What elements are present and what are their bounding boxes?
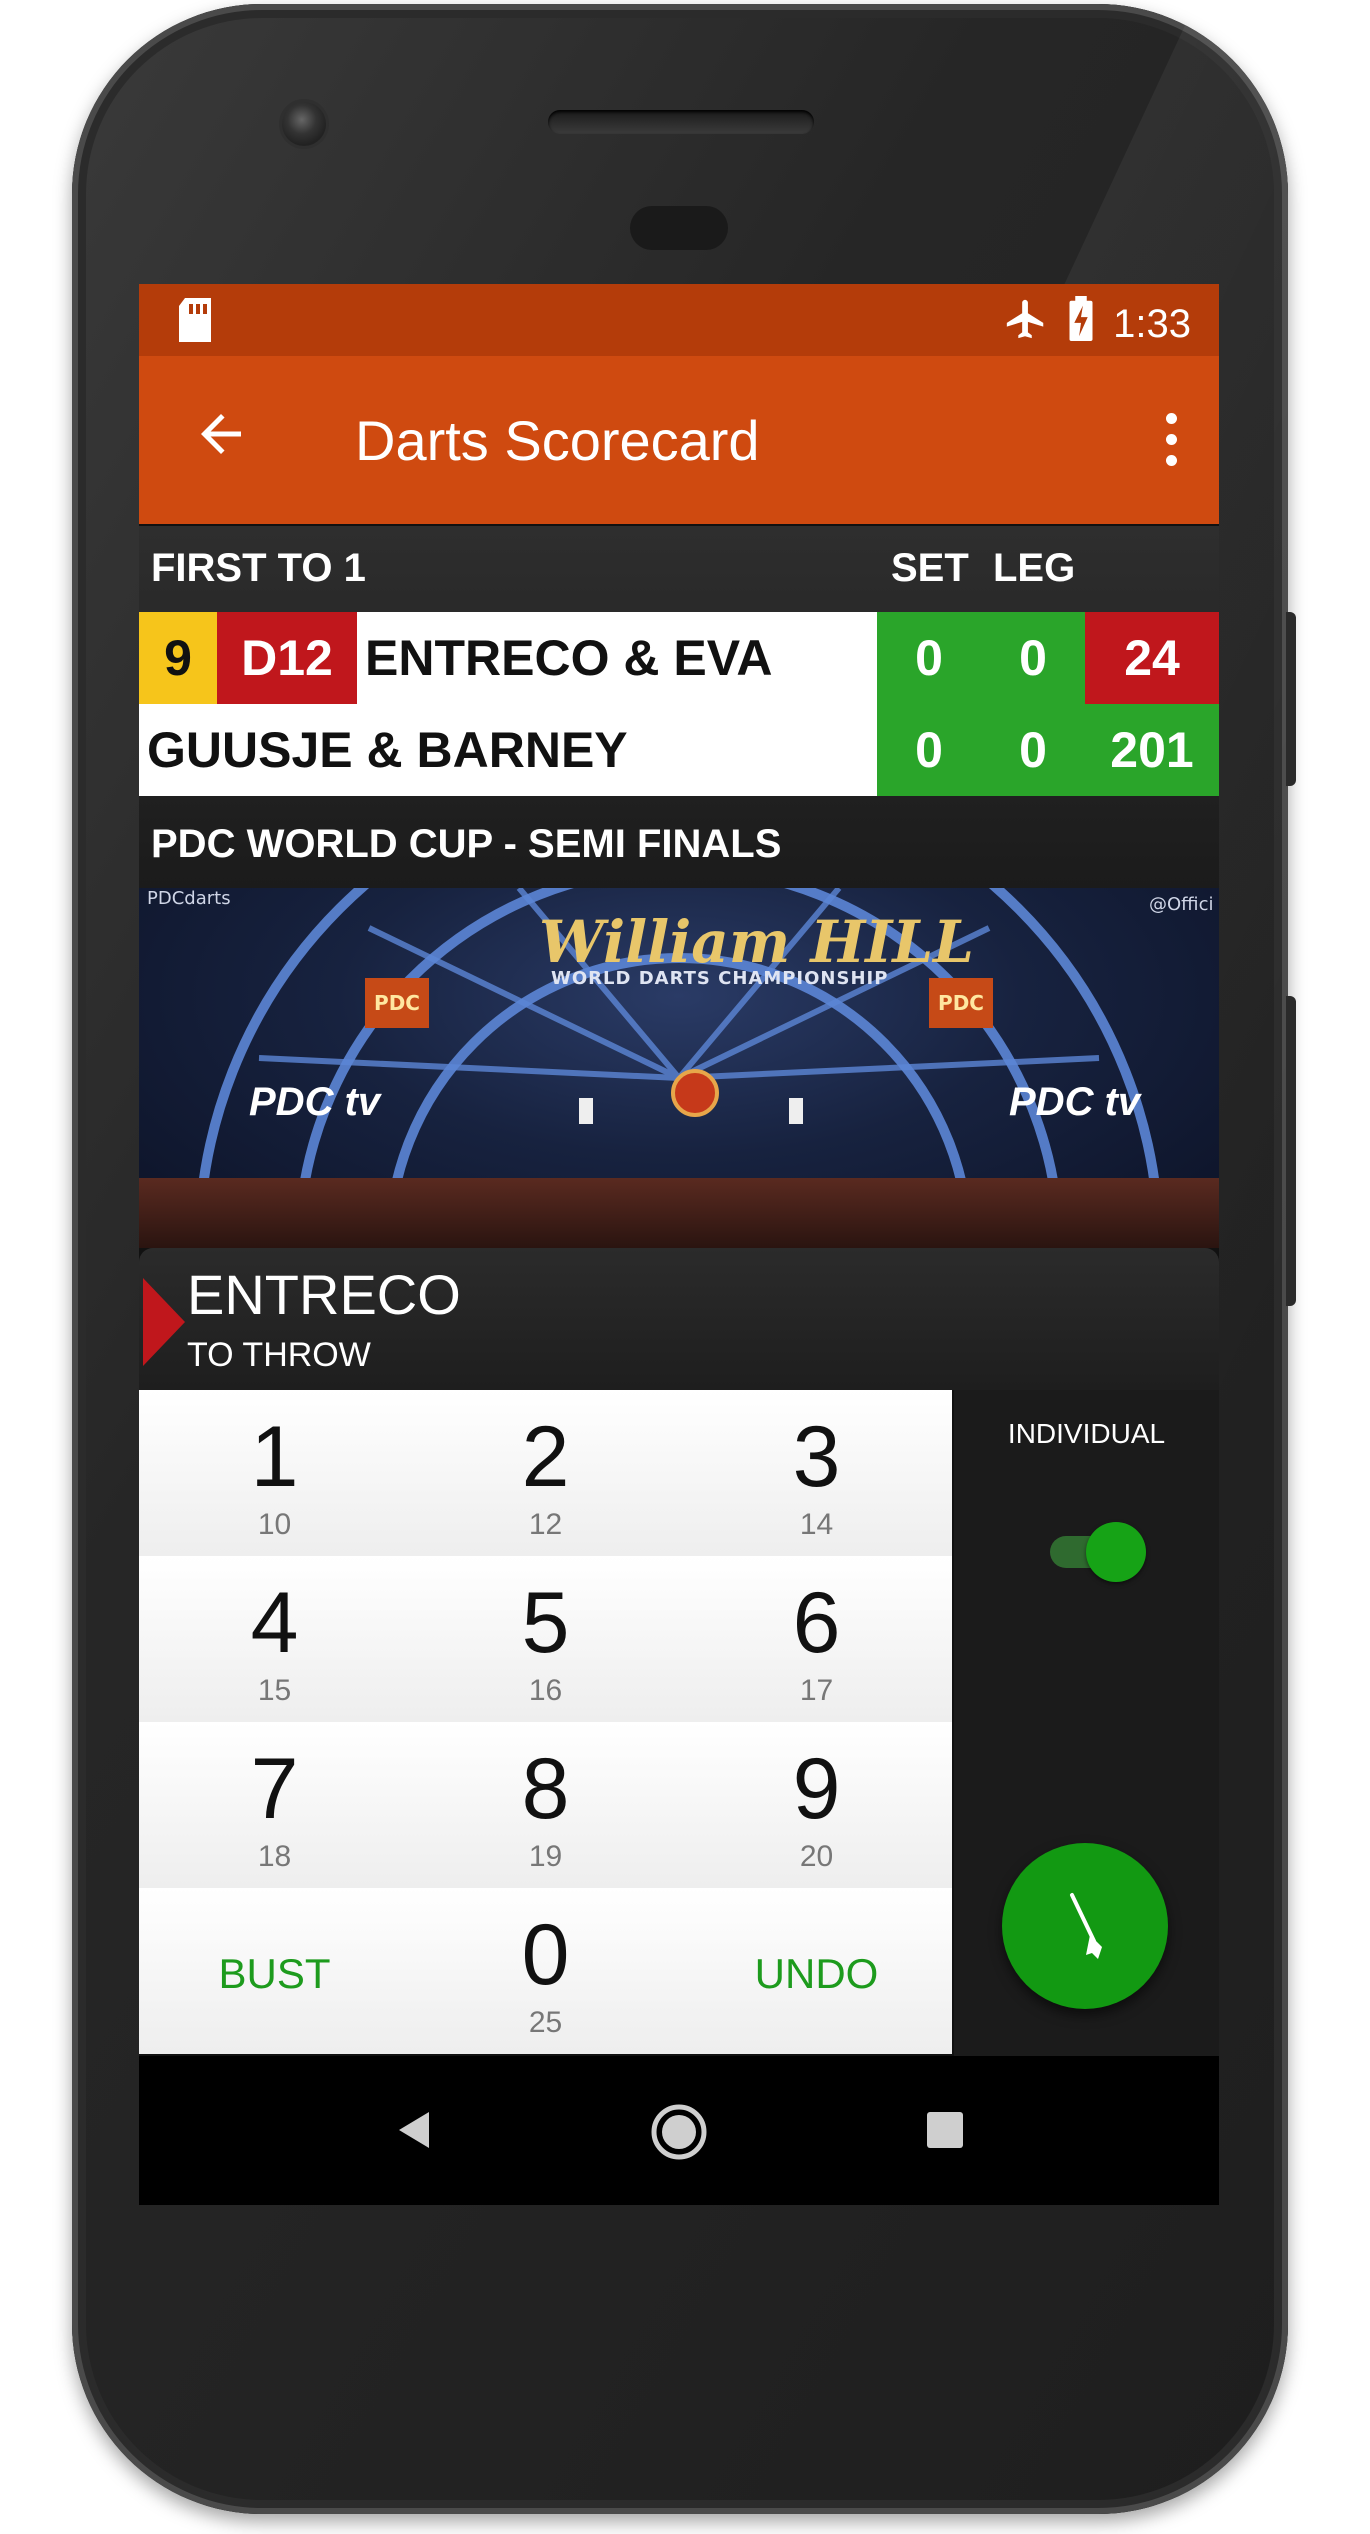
keypad-key-2[interactable]: 2 12 [410, 1390, 681, 1556]
key-subvalue: 20 [799, 1840, 834, 1873]
nav-home-icon[interactable] [649, 2102, 709, 2166]
earpiece-speaker [548, 110, 814, 134]
pdc-tv-logo: PDC tv [249, 1080, 381, 1124]
key-number: 3 [792, 1409, 841, 1505]
key-subvalue: 18 [257, 1840, 292, 1873]
player-legs: 0 [981, 612, 1085, 704]
key-number: 4 [250, 1575, 299, 1671]
system-nav-bar [139, 2056, 1219, 2205]
stage-sponsor-logo: William HILL [539, 908, 974, 976]
power-button [1286, 612, 1296, 786]
app-bar: Darts Scorecard [139, 356, 1219, 524]
keypad-key-3[interactable]: 3 14 [681, 1390, 952, 1556]
keypad-key-9[interactable]: 9 20 [681, 1722, 952, 1888]
key-number: 7 [250, 1741, 299, 1837]
pdc-tv-logo: PDC tv [1009, 1080, 1141, 1124]
checkout-hint: D12 [217, 612, 357, 704]
darts-thrown: 9 [139, 612, 217, 704]
arrow-back-icon[interactable] [191, 404, 251, 464]
status-bar: 1:33 [139, 284, 1219, 356]
pdc-badge: PDC [929, 978, 993, 1028]
thrower-name: ENTRECO [187, 1263, 461, 1326]
throw-dart-button[interactable] [1002, 1843, 1168, 2009]
scoreboard-header: FIRST TO 1 SET LEG [139, 526, 1219, 612]
nav-back-icon[interactable] [387, 2102, 443, 2162]
airplane-mode-icon [1003, 296, 1049, 352]
screen: 1:33 Darts Scorecard FIRST TO 1 SET LEG … [139, 284, 1219, 2205]
leg-header: LEG [993, 546, 1076, 590]
key-subvalue: 19 [528, 1840, 563, 1873]
player-row: GUUSJE & BARNEY 0 0 201 [139, 704, 1219, 796]
key-subvalue: 12 [528, 1508, 563, 1541]
player-score: 201 [1085, 704, 1219, 796]
keypad-key-8[interactable]: 8 19 [410, 1722, 681, 1888]
bust-button[interactable]: BUST [139, 1888, 410, 2054]
match-format: FIRST TO 1 [151, 546, 366, 590]
player-legs: 0 [981, 704, 1085, 796]
individual-toggle-label: INDIVIDUAL [1007, 1418, 1166, 1449]
set-header: SET [891, 546, 969, 590]
event-title: PDC WORLD CUP - SEMI FINALS [151, 822, 782, 866]
player-sets: 0 [877, 612, 981, 704]
battery-charging-icon [1067, 296, 1095, 352]
key-subvalue: 10 [257, 1508, 292, 1541]
key-number: 1 [250, 1409, 299, 1505]
key-number: 9 [792, 1741, 841, 1837]
scoreboard: FIRST TO 1 SET LEG 9 D12 ENTRECO & EVA 0… [139, 526, 1219, 888]
volume-button [1286, 996, 1296, 1306]
thrower-indicator-icon [143, 1278, 185, 1366]
key-number: 0 [521, 1907, 570, 2003]
keypad-key-1[interactable]: 1 10 [139, 1390, 410, 1556]
stage-corner-left: PDCdarts [147, 888, 231, 909]
key-subvalue: 15 [257, 1674, 292, 1707]
undo-label: UNDO [754, 1950, 879, 1997]
dart-icon [1070, 1893, 1102, 1959]
front-camera [282, 102, 326, 146]
key-number: 6 [792, 1575, 841, 1671]
more-vert-icon[interactable] [1161, 408, 1181, 468]
pdc-badge: PDC [365, 978, 429, 1028]
player-name: GUUSJE & BARNEY [139, 704, 877, 796]
key-number: 5 [521, 1575, 570, 1671]
key-number: 8 [521, 1741, 570, 1837]
toggle-thumb [1086, 1522, 1146, 1582]
key-subvalue: 17 [799, 1674, 834, 1707]
key-subvalue: 14 [799, 1508, 834, 1541]
current-thrower: ENTRECO TO THROW [139, 1248, 1219, 1390]
individual-toggle[interactable] [1050, 1522, 1146, 1582]
key-number: 2 [521, 1409, 570, 1505]
keypad-key-6[interactable]: 6 17 [681, 1556, 952, 1722]
undo-button[interactable]: UNDO [681, 1888, 952, 2054]
stage-corner-right: @Offici [1149, 894, 1214, 915]
keypad-key-7[interactable]: 7 18 [139, 1722, 410, 1888]
stage-crowd [139, 1178, 1219, 1248]
keypad-key-4[interactable]: 4 15 [139, 1556, 410, 1722]
key-subvalue: 25 [528, 2006, 563, 2039]
nav-recents-icon[interactable] [923, 2108, 967, 2156]
stage-image: PDCdarts @Offici William HILL WORLD DART… [139, 888, 1219, 1248]
sd-card-icon [177, 298, 213, 351]
keypad-key-0[interactable]: 0 25 [410, 1888, 681, 2054]
player-sets: 0 [877, 704, 981, 796]
thrower-label: TO THROW [187, 1336, 371, 1374]
app-title: Darts Scorecard [355, 409, 760, 472]
key-subvalue: 16 [528, 1674, 563, 1707]
player-row: 9 D12 ENTRECO & EVA 0 0 24 [139, 612, 1219, 704]
bust-label: BUST [218, 1950, 331, 1997]
stage-subtitle: WORLD DARTS CHAMPIONSHIP [551, 968, 889, 989]
player-score: 24 [1085, 612, 1219, 704]
proximity-sensor [630, 206, 728, 250]
score-keypad: 1 10 2 12 3 14 4 15 5 16 6 17 7 18 8 19 9 20 BUST… [139, 1390, 954, 2056]
side-panel: INDIVIDUAL [954, 1390, 1219, 2056]
keypad-key-5[interactable]: 5 16 [410, 1556, 681, 1722]
status-time: 1:33 [1113, 301, 1191, 346]
